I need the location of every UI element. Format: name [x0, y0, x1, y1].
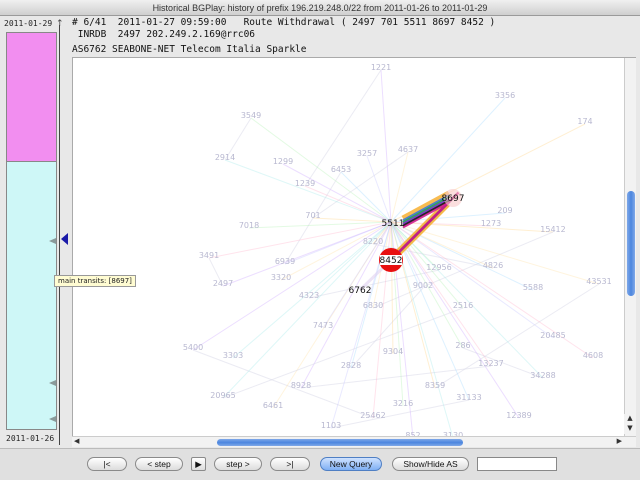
- faint-as-edge: [312, 217, 392, 223]
- faint-as-node-label[interactable]: 3356: [495, 91, 515, 100]
- scroll-right-icon[interactable]: ▶: [617, 437, 622, 445]
- faint-as-node-label[interactable]: 13237: [478, 359, 503, 368]
- faint-as-edge: [250, 117, 392, 223]
- timeline-event-marker[interactable]: [49, 238, 56, 244]
- faint-as-node-label[interactable]: 4637: [398, 145, 418, 154]
- faint-as-node-label[interactable]: 1103: [321, 421, 341, 430]
- faint-as-node-label[interactable]: 34288: [530, 371, 555, 380]
- horizontal-scrollbar[interactable]: ◀ ▶: [72, 436, 636, 447]
- as-graph[interactable]: 1221 3356 174 3549 1239 3257 4637 2914 1299 6453 7…: [73, 58, 625, 438]
- scroll-up-icon[interactable]: ▲: [624, 414, 636, 424]
- faint-as-node-label[interactable]: 43531: [586, 277, 611, 286]
- as-node-label[interactable]: 6762: [349, 286, 372, 296]
- faint-as-node-label[interactable]: 20485: [540, 331, 565, 340]
- faint-as-node-label[interactable]: 1221: [371, 63, 391, 72]
- next-step-button[interactable]: step >: [214, 457, 262, 471]
- previous-step-button[interactable]: < step: [135, 457, 183, 471]
- faint-as-edge: [312, 151, 409, 219]
- faint-as-node-label[interactable]: 9304: [383, 347, 403, 356]
- play-icon: ▶: [195, 459, 202, 469]
- faint-as-node-label[interactable]: 31133: [456, 393, 481, 402]
- faint-as-node-label[interactable]: 6461: [263, 401, 283, 410]
- scroll-down-icon[interactable]: ▼: [624, 424, 636, 434]
- faint-as-edge: [280, 221, 392, 281]
- as-node-label[interactable]: 8697: [442, 194, 465, 204]
- faint-as-node-label[interactable]: 4608: [583, 351, 603, 360]
- faint-as-node-label[interactable]: 4826: [483, 261, 503, 270]
- faint-as-node-label[interactable]: 7018: [239, 221, 259, 230]
- timeline-cursor-handle[interactable]: [61, 233, 68, 245]
- faint-as-node-label[interactable]: 6939: [275, 257, 295, 266]
- faint-as-node-label[interactable]: 12389: [506, 411, 531, 420]
- faint-as-node-label[interactable]: 3320: [271, 273, 291, 282]
- selected-as-info: AS6762 SEABONE-NET Telecom Italia Sparkl…: [72, 44, 307, 55]
- faint-as-edge: [340, 171, 392, 223]
- faint-as-node-label[interactable]: 6830: [363, 301, 383, 310]
- faint-as-node-label[interactable]: 25462: [360, 411, 385, 420]
- faint-as-node-label[interactable]: 2828: [341, 361, 361, 370]
- faint-as-edge: [434, 283, 600, 389]
- faint-as-node-label[interactable]: 1273: [481, 219, 501, 228]
- faint-as-node-label[interactable]: 12956: [426, 263, 451, 272]
- last-step-button[interactable]: >|: [270, 457, 310, 471]
- faint-as-node-label[interactable]: 8220: [363, 237, 383, 246]
- faint-as-node-label[interactable]: 1239: [295, 179, 315, 188]
- faint-as-node-label[interactable]: 2914: [215, 153, 235, 162]
- new-query-button[interactable]: New Query: [320, 457, 382, 471]
- transit-tooltip: main transits: [8697]: [54, 275, 136, 287]
- faint-as-node-label[interactable]: 3491: [199, 251, 219, 260]
- faint-as-node-label[interactable]: 8359: [425, 381, 445, 390]
- window-title: Historical BGPlay: history of prefix 196…: [152, 3, 488, 13]
- scroll-left-icon[interactable]: ◀: [74, 437, 79, 445]
- faint-as-node-label[interactable]: 209: [497, 206, 512, 215]
- timeline-event-marker[interactable]: [49, 416, 56, 422]
- horizontal-scroll-thumb[interactable]: [217, 439, 463, 446]
- faint-as-node-label[interactable]: 15412: [540, 225, 565, 234]
- as-node-label[interactable]: 5511: [382, 219, 405, 229]
- faint-as-node-label[interactable]: 3303: [223, 351, 243, 360]
- faint-as-node-label[interactable]: 3549: [241, 111, 261, 120]
- timeline-axis: [59, 25, 60, 445]
- bottom-toolbar: |< < step ▶ step > >| New Query Show/Hid…: [0, 448, 640, 480]
- as-graph-canvas[interactable]: 1221 3356 174 3549 1239 3257 4637 2914 1299 6453 7…: [72, 57, 636, 438]
- as-node-label[interactable]: 8452: [380, 256, 403, 266]
- first-step-button[interactable]: |<: [87, 457, 127, 471]
- faint-as-edge: [390, 221, 534, 291]
- faint-as-edge: [390, 221, 554, 233]
- faint-as-node-label[interactable]: 286: [455, 341, 470, 350]
- faint-as-node-label[interactable]: 8928: [291, 381, 311, 390]
- faint-as-node-label[interactable]: 3257: [357, 149, 377, 158]
- timeline-panel[interactable]: [6, 32, 57, 430]
- faint-as-node-label[interactable]: 1299: [273, 157, 293, 166]
- timeline-event-marker[interactable]: [49, 380, 56, 386]
- as-search-input[interactable]: [477, 457, 557, 471]
- collector-info-line: INRDB 2497 202.249.2.169@rrc06: [72, 29, 256, 40]
- event-info-line: # 6/41 2011-01-27 09:59:00 Route Withdra…: [72, 17, 496, 28]
- faint-as-node-label[interactable]: 7473: [313, 321, 333, 330]
- timeline-start-label: 2011-01-29: [4, 19, 53, 28]
- play-button[interactable]: ▶: [191, 457, 206, 471]
- faint-as-node-label[interactable]: 174: [577, 117, 592, 126]
- faint-as-edge: [248, 221, 392, 229]
- vertical-scroll-thumb[interactable]: [627, 191, 635, 296]
- faint-as-node-label[interactable]: 5400: [183, 343, 203, 352]
- faint-as-node-label[interactable]: 20965: [210, 391, 235, 400]
- faint-as-node-label[interactable]: 9002: [413, 281, 433, 290]
- faint-as-node-label[interactable]: 6453: [331, 165, 351, 174]
- show-hide-as-button[interactable]: Show/Hide AS: [392, 457, 469, 471]
- timeline-end-label: 2011-01-26: [6, 434, 55, 443]
- faint-as-node-label[interactable]: 2516: [453, 301, 473, 310]
- timeline-segment-pink: [7, 33, 56, 162]
- faint-as-node-label[interactable]: 3216: [393, 399, 413, 408]
- faint-as-node-label[interactable]: 2497: [213, 279, 233, 288]
- faint-as-node-label[interactable]: 4323: [299, 291, 319, 300]
- faint-as-node-label[interactable]: 5588: [523, 283, 543, 292]
- vertical-scrollbar[interactable]: [624, 58, 636, 438]
- faint-as-node-label[interactable]: 701: [305, 211, 320, 220]
- window-title-bar: Historical BGPlay: history of prefix 196…: [0, 0, 640, 16]
